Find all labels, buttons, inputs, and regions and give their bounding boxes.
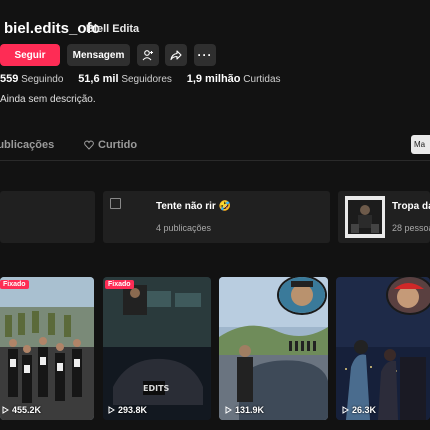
playlist-card[interactable] — [0, 191, 95, 243]
edits-watermark: EDITS — [143, 384, 170, 393]
add-friend-button[interactable] — [137, 44, 159, 66]
play-icon — [108, 406, 115, 414]
sort-button[interactable]: Ma — [411, 135, 430, 154]
playlist-subtitle: 28 pessoas — [392, 223, 430, 233]
views-count: 455.2K — [12, 405, 42, 415]
playlist-card[interactable]: Tente não rir 🤣 4 publicações — [103, 191, 330, 243]
playlist-subtitle: 4 publicações — [156, 223, 212, 233]
following-count: 559 — [0, 73, 19, 85]
more-button[interactable]: ··· — [194, 44, 216, 66]
likes-count: 1,9 milhão — [186, 73, 241, 85]
video-card[interactable]: Fixado 455.2K — [0, 277, 94, 420]
playlist-title: Tente não rir 🤣 — [156, 201, 232, 212]
followers-label: Seguidores — [121, 74, 172, 85]
more-icon: ··· — [197, 48, 213, 62]
video-card[interactable]: 131.9K — [219, 277, 328, 420]
share-button[interactable] — [165, 44, 187, 66]
profile-nickname: Biell Edita — [86, 23, 140, 35]
add-friend-icon — [142, 50, 153, 61]
tab-liked[interactable]: Curtido — [84, 139, 137, 151]
creator-avatar — [386, 277, 430, 315]
follow-button[interactable]: Seguir — [0, 44, 60, 66]
message-button[interactable]: Mensagem — [67, 44, 130, 66]
followers-count: 51,6 mil — [78, 73, 119, 85]
playlist-thumbnail — [345, 196, 385, 238]
video-thumbnail: EDITS — [103, 277, 211, 420]
tab-publications[interactable]: Publicações — [0, 139, 54, 151]
play-icon — [342, 406, 349, 414]
playlist-card[interactable]: Tropa da 28 pessoas — [338, 191, 430, 243]
views-count: 26.3K — [352, 405, 377, 415]
video-views: 131.9K — [225, 405, 264, 415]
video-card[interactable]: EDITS Fixado 293.8K — [103, 277, 211, 420]
playlist-thumbnail-placeholder-icon — [110, 198, 121, 209]
play-icon — [2, 406, 9, 414]
video-thumbnail — [0, 277, 94, 420]
video-views: 293.8K — [108, 405, 147, 415]
share-icon — [170, 50, 182, 61]
play-icon — [225, 406, 232, 414]
tabs-divider — [0, 160, 430, 161]
likes-label: Curtidas — [243, 74, 281, 85]
views-count: 131.9K — [235, 405, 265, 415]
heart-outline-icon — [84, 140, 94, 150]
following-label: Seguindo — [21, 74, 64, 85]
video-card[interactable]: 26.3K — [336, 277, 430, 420]
playlist-title: Tropa da — [392, 201, 430, 212]
pinned-badge: Fixado — [105, 280, 134, 289]
profile-bio: Ainda sem descrição. — [0, 94, 96, 105]
video-views: 455.2K — [2, 405, 41, 415]
pinned-badge: Fixado — [0, 280, 29, 289]
profile-stats: 559 Seguindo 51,6 mil Seguidores 1,9 mil… — [0, 73, 293, 85]
views-count: 293.8K — [118, 405, 148, 415]
tab-liked-label: Curtido — [98, 139, 138, 151]
video-views: 26.3K — [342, 405, 376, 415]
